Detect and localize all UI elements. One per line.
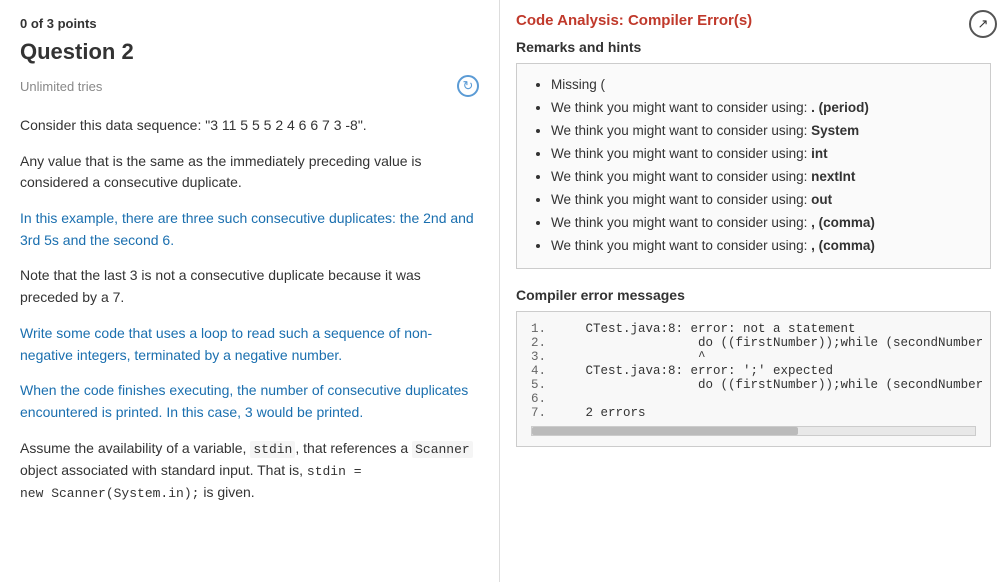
line-num-6: 6. <box>531 392 555 406</box>
compiler-line-1: 1. CTest.java:8: error: not a statement <box>531 322 976 336</box>
hint-item-4: We think you might want to consider usin… <box>551 166 974 189</box>
remarks-label: Remarks and hints <box>516 39 991 55</box>
hints-list: Missing ( We think you might want to con… <box>533 74 974 258</box>
compiler-error-box[interactable]: 1. CTest.java:8: error: not a statement … <box>516 311 991 447</box>
line-code-1: CTest.java:8: error: not a statement <box>563 322 856 336</box>
compiler-line-7: 7. 2 errors <box>531 406 976 420</box>
line-num-5: 5. <box>531 378 555 392</box>
hint-item-6: We think you might want to consider usin… <box>551 212 974 235</box>
compiler-line-2: 2. do ((firstNumber));while (secondNumbe… <box>531 336 976 350</box>
line-code-5: do ((firstNumber));while (secondNumber = <box>563 378 991 392</box>
horizontal-scrollbar[interactable] <box>531 426 976 436</box>
hint-item-7: We think you might want to consider usin… <box>551 235 974 258</box>
compiler-line-4: 4. CTest.java:8: error: ';' expected <box>531 364 976 378</box>
line-num-7: 7. <box>531 406 555 420</box>
hint-bold-7: , (comma) <box>811 238 875 253</box>
line-code-3: ^ <box>563 350 706 364</box>
hint-item-0: Missing ( <box>551 74 974 97</box>
hint-bold-6: , (comma) <box>811 215 875 230</box>
left-panel: 0 of 3 points Question 2 Unlimited tries… <box>0 0 500 582</box>
hint-item-1: We think you might want to consider usin… <box>551 97 974 120</box>
paragraph-5-text: Write some code that uses a loop to read… <box>20 325 432 363</box>
compiler-line-6: 6. <box>531 392 976 406</box>
line-num-3: 3. <box>531 350 555 364</box>
hint-bold-4: nextInt <box>811 169 855 184</box>
code-new-scanner: stdin =new Scanner(System.in); <box>20 464 362 501</box>
code-scanner: Scanner <box>412 441 473 458</box>
paragraph-7: Assume the availability of a variable, s… <box>20 438 479 504</box>
line-num-2: 2. <box>531 336 555 350</box>
line-num-1: 1. <box>531 322 555 336</box>
line-code-4: CTest.java:8: error: ';' expected <box>563 364 833 378</box>
hints-box: Missing ( We think you might want to con… <box>516 63 991 269</box>
expand-button[interactable]: ↗ <box>969 10 997 38</box>
line-code-2: do ((firstNumber));while (secondNumber = <box>563 336 991 350</box>
paragraph-2: Any value that is the same as the immedi… <box>20 151 479 194</box>
compiler-line-3: 3. ^ <box>531 350 976 364</box>
right-panel: Code Analysis: Compiler Error(s) ↗ Remar… <box>500 0 1007 582</box>
paragraph-4: Note that the last 3 is not a consecutiv… <box>20 265 479 308</box>
line-num-4: 4. <box>531 364 555 378</box>
paragraph-6-text: When the code finishes executing, the nu… <box>20 382 468 420</box>
paragraph-1: Consider this data sequence: "3 11 5 5 5… <box>20 115 479 137</box>
hint-bold-3: int <box>811 146 828 161</box>
paragraph-5: Write some code that uses a loop to read… <box>20 323 479 366</box>
hint-bold-1: . (period) <box>811 100 869 115</box>
unlimited-tries-row: Unlimited tries ↻ <box>20 75 479 97</box>
hint-bold-2: System <box>811 123 859 138</box>
paragraph-3: In this example, there are three such co… <box>20 208 479 251</box>
refresh-icon[interactable]: ↻ <box>457 75 479 97</box>
hint-bold-5: out <box>811 192 832 207</box>
hint-item-5: We think you might want to consider usin… <box>551 189 974 212</box>
unlimited-tries-text: Unlimited tries <box>20 79 102 94</box>
hint-item-3: We think you might want to consider usin… <box>551 143 974 166</box>
question-body: Consider this data sequence: "3 11 5 5 5… <box>20 115 479 504</box>
paragraph-6: When the code finishes executing, the nu… <box>20 380 479 423</box>
line-code-7: 2 errors <box>563 406 646 420</box>
compiler-label: Compiler error messages <box>516 287 991 303</box>
scrollbar-thumb[interactable] <box>532 427 798 435</box>
paragraph-3-text: In this example, there are three such co… <box>20 210 474 248</box>
compiler-line-5: 5. do ((firstNumber));while (secondNumbe… <box>531 378 976 392</box>
question-title: Question 2 <box>20 39 479 65</box>
right-panel-title: Code Analysis: Compiler Error(s) <box>516 12 991 29</box>
hint-item-2: We think you might want to consider usin… <box>551 120 974 143</box>
points-label: 0 of 3 points <box>20 16 479 31</box>
code-stdin: stdin <box>250 441 295 458</box>
